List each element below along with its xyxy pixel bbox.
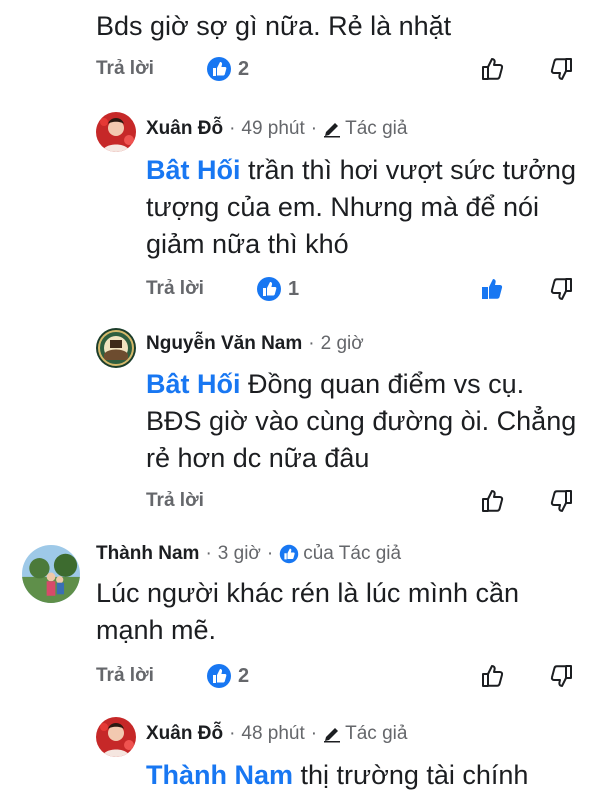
reaction-summary[interactable]: 1 [256, 276, 299, 302]
avatar[interactable] [22, 545, 80, 603]
like-reaction-icon [279, 544, 299, 564]
reply-button[interactable]: Trả lời [96, 58, 154, 80]
reaction-count: 1 [288, 277, 300, 300]
pencil-icon [324, 728, 341, 743]
comment-meta: Xuân Đỗ · 49 phút · Tác giả [146, 118, 407, 140]
reaction-count: 2 [238, 57, 250, 80]
author-badge-label: Tác giả [345, 723, 408, 744]
comment-actions: Trả lời 1 [0, 275, 600, 308]
dislike-outline-icon[interactable] [548, 275, 576, 303]
comment-text: Thành Nam thị trường tài chính [146, 757, 596, 794]
separator-dot: · [229, 118, 236, 139]
reply-button[interactable]: Trả lời [146, 490, 204, 512]
comment-text-line: giảm nữa thì khó [146, 229, 349, 259]
separator-dot: · [229, 723, 236, 744]
comment-text-line: thị trường tài chính [300, 760, 529, 790]
comment-text: Lúc người khác rén là lúc mình cần mạnh … [96, 575, 576, 649]
timestamp[interactable]: 49 phút [241, 118, 304, 140]
mention-link[interactable]: Bât Hối [146, 155, 241, 185]
reaction-count: 2 [238, 664, 250, 687]
comment-text-line: trần thì hơi vượt sức tưởng [248, 155, 576, 185]
reply-button[interactable]: Trả lời [146, 278, 204, 300]
author-badge: Tác giả [323, 723, 407, 745]
like-reaction-icon [257, 277, 281, 301]
timestamp[interactable]: 2 giờ [321, 333, 364, 355]
like-outline-icon[interactable] [478, 55, 506, 83]
comment-text: Bât Hối Đồng quan điểm vs cụ. BĐS giờ và… [146, 366, 596, 477]
author-name[interactable]: Nguyễn Văn Nam [146, 333, 302, 355]
dislike-outline-icon[interactable] [548, 487, 576, 515]
mention-link[interactable]: Bât Hối [146, 369, 241, 399]
comment-meta: Nguyễn Văn Nam · 2 giờ [146, 333, 364, 355]
comment-text-line: rẻ hơn dc nữa đâu [146, 443, 370, 473]
comment-text-line: mạnh mẽ. [96, 615, 217, 645]
comment-text-line: Bds giờ sợ gì nữa. Rẻ là nhặt [96, 11, 452, 41]
separator-dot: · [308, 333, 315, 354]
liked-by-label: của Tác giả [303, 543, 402, 564]
like-outline-icon[interactable] [478, 487, 506, 515]
like-reaction-icon [207, 57, 231, 81]
mention-link[interactable]: Thành Nam [146, 760, 293, 790]
comment-text: Bât Hối trần thì hơi vượt sức tưởng tượn… [146, 152, 600, 263]
reply-button[interactable]: Trả lời [96, 665, 154, 687]
like-filled-icon[interactable] [478, 275, 506, 303]
liked-by-author-badge: của Tác giả [279, 543, 401, 565]
author-name[interactable]: Xuân Đỗ [146, 723, 223, 745]
comment-text-line: tượng của em. Nhưng mà để nói [146, 192, 540, 222]
separator-dot: · [266, 543, 274, 564]
separator-dot: · [310, 118, 318, 139]
comment-text-line: Lúc người khác rén là lúc mình cần [96, 578, 519, 608]
like-outline-icon[interactable] [478, 662, 506, 690]
comment-text-line: Đồng quan điểm vs cụ. [248, 369, 525, 399]
avatar[interactable] [96, 717, 136, 757]
comment-meta: Xuân Đỗ · 48 phút · Tác giả [146, 723, 407, 745]
separator-dot: · [205, 543, 212, 564]
comment-actions: Trả lời 2 [0, 662, 600, 695]
like-reaction-icon [207, 664, 231, 688]
comment-actions: Trả lời 2 [0, 55, 600, 88]
avatar[interactable] [96, 112, 136, 152]
author-name[interactable]: Thành Nam [96, 543, 199, 565]
reaction-summary[interactable]: 2 [206, 663, 249, 689]
author-badge: Tác giả [323, 118, 407, 140]
timestamp[interactable]: 48 phút [241, 723, 304, 745]
comment-actions: Trả lời [0, 490, 600, 520]
author-badge-label: Tác giả [345, 118, 408, 139]
author-name[interactable]: Xuân Đỗ [146, 118, 223, 140]
avatar[interactable] [96, 328, 136, 368]
separator-dot: · [310, 723, 318, 744]
reaction-summary[interactable]: 2 [206, 56, 249, 82]
comment-text: Bds giờ sợ gì nữa. Rẻ là nhặt [96, 8, 576, 45]
dislike-outline-icon[interactable] [548, 55, 576, 83]
pencil-icon [324, 123, 341, 138]
comment-text-line: BĐS giờ vào cùng đường òi. Chẳng [146, 406, 577, 436]
dislike-outline-icon[interactable] [548, 662, 576, 690]
comment-meta: Thành Nam · 3 giờ · của Tác giả [96, 543, 401, 565]
timestamp[interactable]: 3 giờ [218, 543, 261, 565]
